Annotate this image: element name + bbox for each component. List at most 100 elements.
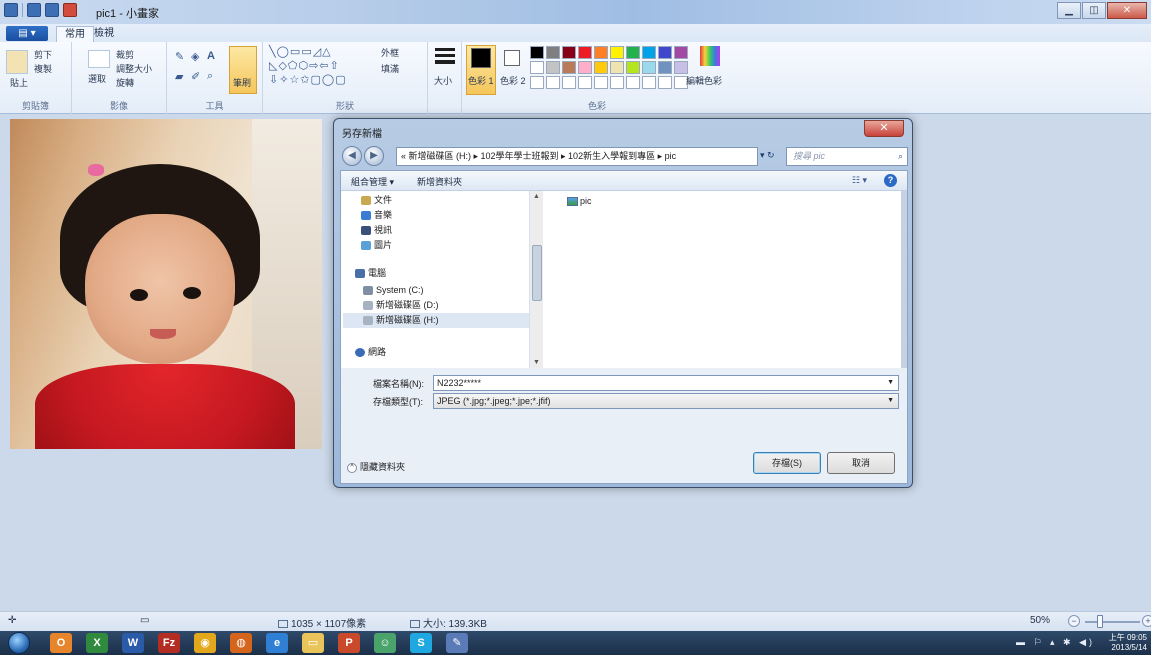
text-icon[interactable]: A <box>207 50 216 62</box>
palette-swatch[interactable] <box>530 61 544 74</box>
forward-button[interactable]: ▶ <box>364 146 384 166</box>
resize-button[interactable]: 調整大小 <box>116 62 152 75</box>
palette-swatch[interactable] <box>578 61 592 74</box>
nav-item-pictures[interactable]: 圖片 <box>361 238 392 253</box>
palette-swatch[interactable] <box>674 61 688 74</box>
palette-swatch[interactable] <box>626 46 640 59</box>
magnifier-icon[interactable]: ⌕ <box>207 70 214 83</box>
taskbar-explorer-icon[interactable]: ▭ <box>302 633 324 653</box>
help-icon[interactable]: ? <box>884 174 897 187</box>
palette-swatch[interactable] <box>546 46 560 59</box>
crop-button[interactable]: 裁剪 <box>116 48 134 61</box>
color-picker-icon[interactable]: ✐ <box>191 70 201 83</box>
filetype-select[interactable]: JPEG (*.jpg;*.jpeg;*.jpe;*.jfif) ▼ <box>433 393 899 409</box>
palette-swatch-empty[interactable] <box>642 76 656 89</box>
dialog-close-button[interactable]: ✕ <box>864 120 904 137</box>
start-button[interactable] <box>8 632 30 654</box>
copy-button[interactable]: 複製 <box>34 62 52 75</box>
palette-swatch-empty[interactable] <box>578 76 592 89</box>
system-tray-icons[interactable]: ▬ ⚐ ▴ ✱ ◀) <box>1016 637 1095 648</box>
fill-icon[interactable]: ◈ <box>191 50 200 63</box>
shape-gallery-row2[interactable]: ◺◇⬠⬡⇨⇦⇧ <box>269 59 340 72</box>
palette-swatch[interactable] <box>610 61 624 74</box>
nav-item-network[interactable]: 網路 <box>355 345 386 360</box>
zoom-in-button[interactable]: + <box>1142 615 1151 627</box>
filename-input[interactable]: N2232***** ▼ <box>433 375 899 391</box>
fill-button[interactable]: 填滿 <box>381 62 399 75</box>
hide-folders-toggle[interactable]: ^ 隱藏資料夾 <box>347 460 405 473</box>
undo-icon[interactable] <box>45 3 59 17</box>
nav-scrollbar[interactable]: ▲ ▼ <box>529 191 543 368</box>
edit-colors-button[interactable]: 編輯色彩 <box>686 74 722 87</box>
taskbar-messenger-icon[interactable]: ☺ <box>374 633 396 653</box>
color2-swatch[interactable] <box>504 50 520 66</box>
taskbar-ie-icon[interactable]: e <box>266 633 288 653</box>
organize-button[interactable]: 組合管理 ▾ <box>351 175 394 188</box>
paint-app-icon[interactable] <box>4 3 18 17</box>
palette-swatch[interactable] <box>658 46 672 59</box>
palette-swatch[interactable] <box>626 61 640 74</box>
redo-icon[interactable] <box>63 3 77 17</box>
nav-scrollbar-thumb[interactable] <box>532 245 542 301</box>
palette-swatch[interactable] <box>562 61 576 74</box>
palette-swatch[interactable] <box>642 46 656 59</box>
minimize-button[interactable]: ▁ <box>1057 2 1081 19</box>
palette-swatch[interactable] <box>594 61 608 74</box>
taskbar-paint-icon[interactable]: ✎ <box>446 633 468 653</box>
close-button[interactable]: ✕ <box>1107 2 1147 19</box>
palette-swatch[interactable] <box>658 61 672 74</box>
palette-swatch[interactable] <box>562 46 576 59</box>
file-pane-scrollbar[interactable] <box>901 191 907 368</box>
paste-button[interactable]: 貼上 <box>10 76 28 89</box>
maximize-button[interactable]: ◫ <box>1082 2 1106 19</box>
shape-gallery-row1[interactable]: ╲◯▭▭◿△ <box>269 45 332 58</box>
nav-item-documents[interactable]: 文件 <box>361 193 392 208</box>
palette-swatch-empty[interactable] <box>530 76 544 89</box>
palette-swatch-empty[interactable] <box>594 76 608 89</box>
select-icon[interactable] <box>88 50 110 68</box>
select-button[interactable]: 選取 <box>88 72 106 85</box>
zoom-slider[interactable] <box>1085 621 1140 623</box>
tray-clock[interactable]: 上午 09:05 2013/5/14 <box>1109 633 1147 653</box>
taskbar-powerpoint-icon[interactable]: P <box>338 633 360 653</box>
new-folder-button[interactable]: 新增資料夾 <box>417 175 462 188</box>
nav-item-drive-c[interactable]: System (C:) <box>363 283 424 298</box>
scroll-up-icon[interactable]: ▲ <box>533 193 540 200</box>
zoom-out-button[interactable]: − <box>1068 615 1080 627</box>
search-input[interactable]: 搜尋 pic ⌕ <box>786 147 908 166</box>
palette-swatch[interactable] <box>530 46 544 59</box>
cut-button[interactable]: 剪下 <box>34 48 52 61</box>
rotate-button[interactable]: 旋轉 <box>116 76 134 89</box>
view-options-button[interactable]: ☷ ▾ <box>852 175 867 186</box>
nav-item-music[interactable]: 音樂 <box>361 208 392 223</box>
nav-item-drive-d[interactable]: 新增磁碟區 (D:) <box>363 298 439 313</box>
shape-gallery-row3[interactable]: ⇩✧☆✩▢◯▢ <box>269 73 347 86</box>
pencil-icon[interactable]: ✎ <box>175 50 185 63</box>
taskbar-skype-icon[interactable]: S <box>410 633 432 653</box>
taskbar-chrome-icon[interactable]: ◉ <box>194 633 216 653</box>
eraser-icon[interactable]: ▰ <box>175 70 184 83</box>
palette-swatch[interactable] <box>546 61 560 74</box>
palette-swatch-empty[interactable] <box>658 76 672 89</box>
zoom-slider-thumb[interactable] <box>1097 615 1103 628</box>
size-button[interactable]: 大小 <box>434 74 452 87</box>
taskbar-filezilla-icon[interactable]: Fz <box>158 633 180 653</box>
edit-colors-icon[interactable] <box>700 46 720 66</box>
address-bar[interactable]: « 新增磁碟區 (H:) ▸ 102學年學士班報到 ▸ 102新生入學報到專區 … <box>396 147 758 166</box>
refresh-button[interactable]: ▾ ↻ <box>760 147 782 166</box>
nav-item-videos[interactable]: 視訊 <box>361 223 392 238</box>
paste-icon[interactable] <box>6 50 28 74</box>
palette-swatch[interactable] <box>642 61 656 74</box>
palette-swatch-empty[interactable] <box>610 76 624 89</box>
nav-item-computer[interactable]: 電腦 <box>355 266 386 281</box>
scroll-down-icon[interactable]: ▼ <box>533 359 540 366</box>
palette-swatch-empty[interactable] <box>626 76 640 89</box>
tab-view[interactable]: 檢視 <box>86 26 122 42</box>
taskbar-word-icon[interactable]: W <box>122 633 144 653</box>
filetype-dropdown-icon[interactable]: ▼ <box>887 394 894 408</box>
filename-dropdown-icon[interactable]: ▼ <box>887 376 894 390</box>
canvas-photo[interactable] <box>10 119 322 449</box>
cancel-button[interactable]: 取消 <box>827 452 895 474</box>
save-button[interactable]: 存檔(S) <box>753 452 821 474</box>
palette-swatch-empty[interactable] <box>546 76 560 89</box>
